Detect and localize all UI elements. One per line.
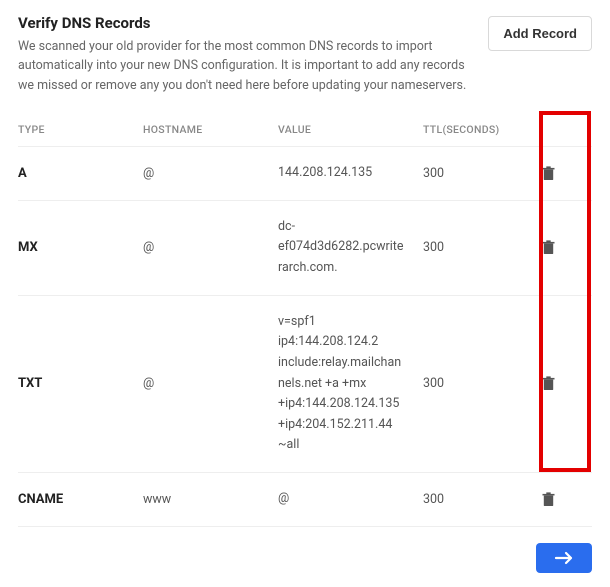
cell-value: v=spf1 ip4:144.208.124.2 include:relay.m…: [278, 312, 423, 456]
cell-value: @: [278, 489, 423, 510]
footer: [18, 527, 592, 573]
delete-record-button[interactable]: [540, 490, 557, 509]
cell-hostname: @: [143, 240, 278, 255]
add-record-button[interactable]: Add Record: [488, 16, 592, 51]
cell-action: [528, 164, 568, 183]
table-row: TXT @ v=spf1 ip4:144.208.124.2 include:r…: [18, 296, 592, 473]
cell-ttl: 300: [423, 166, 528, 181]
delete-record-button[interactable]: [540, 238, 557, 257]
cell-action: [528, 374, 568, 393]
cell-hostname: www: [143, 492, 278, 507]
trash-icon: [542, 376, 555, 391]
cell-action: [528, 490, 568, 509]
trash-icon: [542, 166, 555, 181]
trash-icon: [542, 240, 555, 255]
header-text: Verify DNS Records We scanned your old p…: [18, 14, 488, 95]
delete-record-button[interactable]: [540, 164, 557, 183]
cell-action: [528, 238, 568, 257]
cell-type: TXT: [18, 376, 143, 391]
cell-ttl: 300: [423, 240, 528, 255]
cell-hostname: @: [143, 166, 278, 181]
table-row: A @ 144.208.124.135 300: [18, 147, 592, 201]
col-header-hostname: HOSTNAME: [143, 123, 278, 136]
page-subtitle: We scanned your old provider for the mos…: [18, 37, 476, 95]
col-header-type: TYPE: [18, 123, 143, 136]
cell-value: 144.208.124.135: [278, 163, 423, 184]
table-row: CNAME www @ 300: [18, 473, 592, 527]
next-button[interactable]: [536, 543, 592, 573]
col-header-ttl: TTL(SECONDS): [423, 123, 528, 136]
cell-type: MX: [18, 240, 143, 255]
arrow-right-icon: [554, 551, 574, 565]
cell-hostname: @: [143, 376, 278, 391]
cell-type: CNAME: [18, 492, 143, 507]
table-header-row: TYPE HOSTNAME VALUE TTL(SECONDS): [18, 113, 592, 147]
page-container: Verify DNS Records We scanned your old p…: [18, 14, 592, 573]
cell-ttl: 300: [423, 492, 528, 507]
cell-type: A: [18, 166, 143, 181]
table-row: MX @ dc-ef074d3d6282.pcwriterarch.com. 3…: [18, 201, 592, 296]
page-title: Verify DNS Records: [18, 14, 476, 32]
cell-value: dc-ef074d3d6282.pcwriterarch.com.: [278, 217, 423, 279]
col-header-value: VALUE: [278, 123, 423, 136]
dns-records-table: TYPE HOSTNAME VALUE TTL(SECONDS) A @ 144…: [18, 113, 592, 527]
header-row: Verify DNS Records We scanned your old p…: [18, 14, 592, 95]
trash-icon: [542, 492, 555, 507]
cell-ttl: 300: [423, 376, 528, 391]
delete-record-button[interactable]: [540, 374, 557, 393]
